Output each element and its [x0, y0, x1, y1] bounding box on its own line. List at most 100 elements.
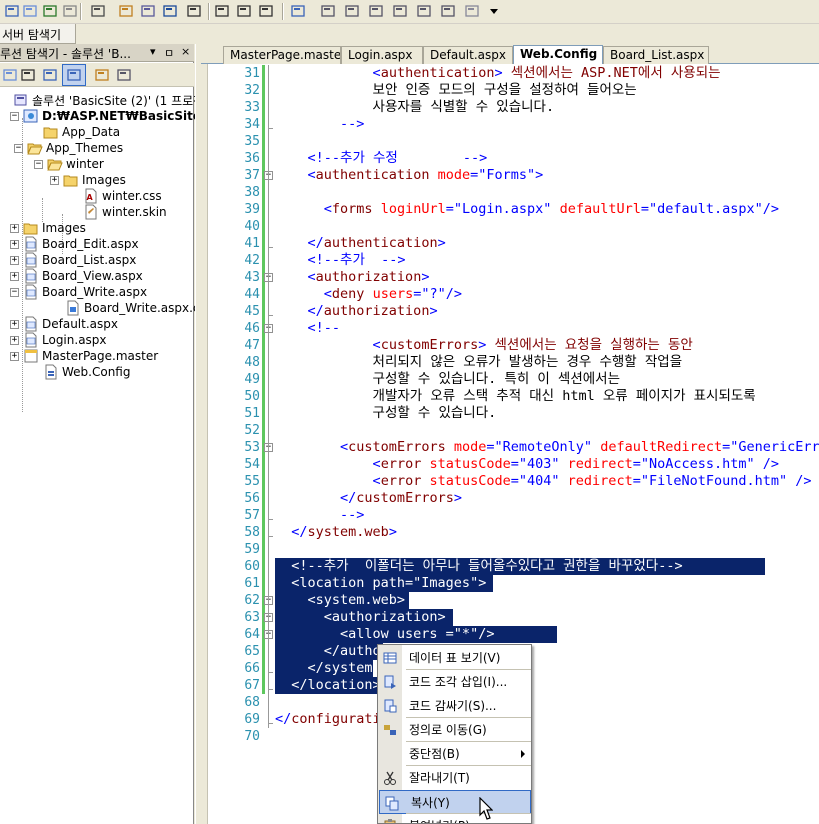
tree-item[interactable]: − App_Themes: [14, 140, 123, 156]
code-line[interactable]: </authorization>: [275, 303, 438, 320]
menu-item-copy[interactable]: 복사(Y): [379, 790, 531, 814]
comment-icon[interactable]: [236, 3, 252, 19]
code-line[interactable]: -->: [275, 116, 364, 133]
code-line[interactable]: 사용자를 식별할 수 있습니다.: [275, 99, 555, 116]
code-line[interactable]: 구성할 수 있습니다.: [275, 405, 497, 422]
close-icon[interactable]: ×: [181, 45, 190, 58]
code-line[interactable]: </system.web>: [275, 660, 413, 677]
outdent-icon[interactable]: [214, 3, 230, 19]
show-all-files-icon[interactable]: [66, 67, 82, 83]
collapse-icon[interactable]: −: [10, 287, 19, 297]
code-line[interactable]: </system.web>: [275, 524, 397, 541]
tree-item[interactable]: + Images: [50, 172, 126, 188]
code-line[interactable]: <forms loginUrl="Login.aspx" defaultUrl=…: [275, 201, 779, 218]
code-line[interactable]: <authorization>: [275, 609, 453, 626]
uncomment-icon[interactable]: [258, 3, 274, 19]
tab-masterpage-master[interactable]: MasterPage.master: [223, 46, 341, 64]
tree-item[interactable]: + Board_Edit.aspx: [10, 236, 139, 252]
code-line[interactable]: <customErrors mode="RemoteOnly" defaultR…: [275, 439, 819, 456]
expand-icon[interactable]: +: [10, 239, 19, 249]
code-line[interactable]: 구성할 수 있습니다. 특히 이 섹션에서는: [275, 371, 621, 388]
tree-item[interactable]: Awinter.css: [83, 188, 162, 204]
code-line[interactable]: <!--추가 수정 -->: [275, 150, 488, 167]
tree-item[interactable]: + Board_List.aspx: [10, 252, 136, 268]
code-line[interactable]: <system.web>: [275, 592, 409, 609]
font-icon[interactable]: [162, 3, 178, 19]
code-line[interactable]: <!--추가 -->: [275, 252, 406, 269]
collapse-icon[interactable]: −: [10, 111, 19, 121]
bookmark-prev-icon[interactable]: [344, 3, 360, 19]
refresh-icon[interactable]: [20, 67, 36, 83]
code-line[interactable]: 보안 인증 모드의 구성을 설정하여 들어오는: [275, 82, 637, 99]
code-line[interactable]: <error statusCode="404" redirect="FileNo…: [275, 473, 812, 490]
expand-icon[interactable]: +: [10, 255, 19, 265]
code-line[interactable]: <deny users="?"/>: [275, 286, 462, 303]
nest-icon[interactable]: [42, 67, 58, 83]
overflow-icon[interactable]: [486, 3, 502, 19]
page-icon[interactable]: [22, 3, 38, 19]
bookmark-b-icon[interactable]: [440, 3, 456, 19]
tree-item[interactable]: + Images: [10, 220, 86, 236]
tree-item[interactable]: Board_Write.aspx.cs: [65, 300, 206, 316]
expand-icon[interactable]: +: [10, 271, 19, 281]
view-code-icon[interactable]: [94, 67, 110, 83]
code-line[interactable]: </authorization>: [275, 643, 454, 660]
dropdown-icon[interactable]: ▾: [150, 45, 156, 58]
code-line[interactable]: 개발자가 오류 스택 추적 대신 html 오류 페이지가 표시되도록: [275, 388, 756, 405]
pointer-icon[interactable]: [90, 3, 106, 19]
bookmark-a-icon[interactable]: [416, 3, 432, 19]
code-line[interactable]: 처리되지 않은 오류가 발생하는 경우 수행할 작업을: [275, 354, 683, 371]
tree-item[interactable]: + Login.aspx: [10, 332, 107, 348]
tree-item[interactable]: − winter: [34, 156, 104, 172]
tab-web-config[interactable]: Web.Config: [513, 45, 603, 65]
code-line[interactable]: <allow users ="*"/>: [275, 626, 557, 643]
code-line[interactable]: <authentication mode="Forms">: [275, 167, 544, 184]
collapse-icon[interactable]: −: [14, 143, 23, 153]
collapse-icon[interactable]: −: [34, 159, 43, 169]
bookmark-icon[interactable]: [320, 3, 336, 19]
tab-default-aspx[interactable]: Default.aspx: [423, 46, 513, 64]
tree-item[interactable]: − Board_Write.aspx: [10, 284, 147, 300]
box-icon[interactable]: [290, 3, 306, 19]
menu-item-surround-with[interactable]: 코드 감싸기(S)...: [378, 694, 531, 718]
expand-icon[interactable]: +: [50, 175, 59, 185]
tree-item[interactable]: Web.Config: [43, 364, 130, 380]
expand-icon[interactable]: +: [10, 351, 19, 361]
code-line[interactable]: -->: [275, 507, 364, 524]
code-line[interactable]: <authentication> 섹션에서는 ASP.NET에서 사용되는: [275, 65, 721, 82]
code-line[interactable]: <error statusCode="403" redirect="NoAcce…: [275, 456, 780, 473]
tree-item[interactable]: + Default.aspx: [10, 316, 118, 332]
indent-icon[interactable]: [186, 3, 202, 19]
code-line[interactable]: <customErrors> 섹션에서는 요청을 실행하는 동안: [275, 337, 693, 354]
menu-item-breakpoint[interactable]: 중단점(B): [378, 742, 531, 766]
code-line[interactable]: <!--추가 이폴더는 아무나 들어올수있다고 권한을 바꾸었다-->: [275, 558, 765, 575]
tree-item[interactable]: + Board_View.aspx: [10, 268, 143, 284]
expand-icon[interactable]: +: [10, 223, 19, 233]
pin-icon[interactable]: ㅁ: [164, 45, 174, 61]
menu-item-go-to-definition[interactable]: 정의로 이동(G): [378, 718, 531, 742]
help-icon[interactable]: [464, 3, 480, 19]
tree-item[interactable]: 솔루션 'BasicSite (2)' (1 프로젝!: [13, 92, 209, 108]
align-icon[interactable]: [140, 3, 156, 19]
bookmark-clear-icon[interactable]: [392, 3, 408, 19]
tree-item[interactable]: App_Data: [43, 124, 120, 140]
code-line[interactable]: <!--: [275, 320, 341, 337]
tab-board-list-aspx[interactable]: Board_List.aspx: [603, 46, 709, 64]
menu-item-paste[interactable]: 붙여넣기(P): [378, 814, 531, 823]
expand-icon[interactable]: +: [10, 335, 19, 345]
menu-item-scissors[interactable]: 잘라내기(T): [378, 766, 531, 790]
menu-item-snippet-insert[interactable]: 코드 조각 삽입(I)...: [378, 670, 531, 694]
tab-login-aspx[interactable]: Login.aspx: [341, 46, 423, 64]
tree-item[interactable]: winter.skin: [83, 204, 167, 220]
menu-item-datagrid[interactable]: 데이터 표 보기(V): [378, 646, 531, 670]
tree-item[interactable]: − D:₩ASP.NET₩BasicSite: [10, 108, 201, 124]
expand-icon[interactable]: +: [10, 319, 19, 329]
server-explorer-tab[interactable]: 서버 탐색기: [0, 24, 76, 44]
code-line[interactable]: </authentication>: [275, 235, 446, 252]
format-icon[interactable]: [42, 3, 58, 19]
tree-item[interactable]: + MasterPage.master: [10, 348, 158, 364]
code-line[interactable]: </customErrors>: [275, 490, 462, 507]
print-icon[interactable]: [62, 3, 78, 19]
select-icon[interactable]: [118, 3, 134, 19]
properties-icon[interactable]: [2, 67, 18, 83]
